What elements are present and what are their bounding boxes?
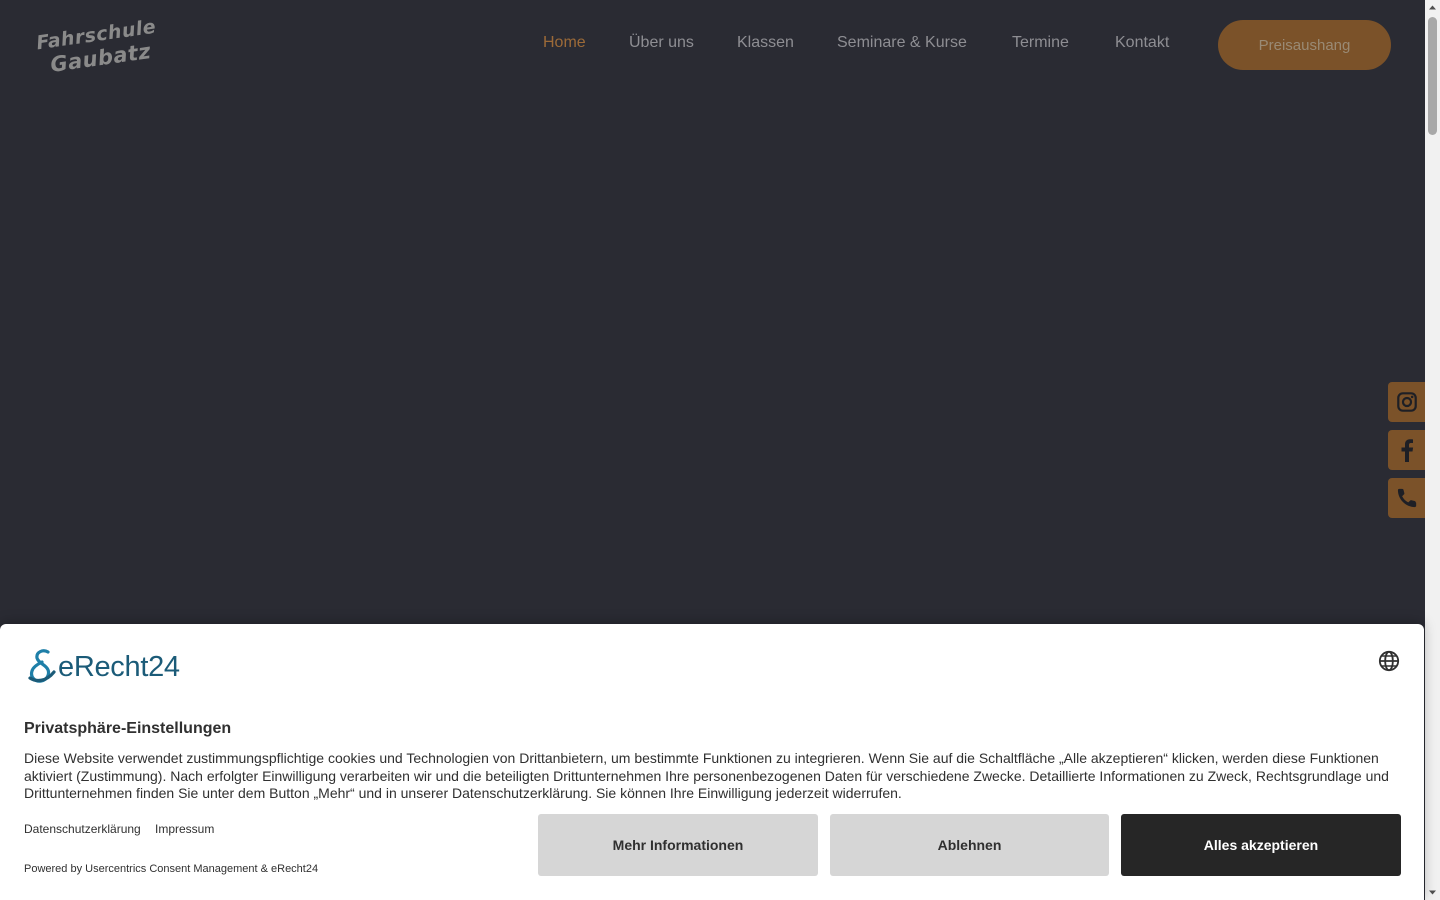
scroll-up-arrow-icon[interactable]: [1425, 0, 1440, 15]
instagram-icon: [1396, 392, 1417, 412]
scrollbar-thumb[interactable]: [1428, 17, 1437, 135]
page-scrollbar[interactable]: [1425, 0, 1440, 900]
decline-button[interactable]: Ablehnen: [830, 814, 1109, 876]
nav-item-termine[interactable]: Termine: [1012, 34, 1069, 52]
powered-by-text: Powered by Usercentrics Consent Manageme…: [24, 863, 319, 875]
accept-all-button[interactable]: Alles akzeptieren: [1121, 814, 1401, 876]
site-logo[interactable]: Fahrschule Gaubatz: [34, 16, 157, 77]
preisaushang-button[interactable]: Preisaushang: [1218, 20, 1391, 70]
brand-name: eRecht24: [58, 651, 180, 683]
language-globe-icon[interactable]: [1378, 650, 1400, 672]
erecht24-logo: eRecht24: [24, 648, 194, 688]
nav-item-seminare-kurse[interactable]: Seminare & Kurse: [837, 34, 967, 52]
facebook-icon: [1401, 439, 1413, 462]
erecht24-symbol-icon: [28, 649, 56, 683]
nav-item-klassen[interactable]: Klassen: [737, 34, 794, 52]
phone-icon: [1397, 488, 1416, 508]
consent-title: Privatsphäre-Einstellungen: [24, 720, 232, 737]
nav-item-ueber-uns[interactable]: Über uns: [629, 34, 694, 52]
instagram-button[interactable]: [1388, 382, 1425, 422]
scroll-down-arrow-icon[interactable]: [1425, 885, 1440, 900]
datenschutz-link[interactable]: Datenschutzerklärung: [24, 822, 141, 836]
facebook-button[interactable]: [1388, 430, 1425, 470]
more-info-button[interactable]: Mehr Informationen: [538, 814, 818, 876]
phone-button[interactable]: [1388, 478, 1425, 518]
consent-description: Diese Website verwendet zustimmungspflic…: [24, 750, 1389, 801]
impressum-link[interactable]: Impressum: [155, 822, 214, 836]
cookie-consent-banner: eRecht24 Privatsphäre-Einstellungen Dies…: [0, 624, 1424, 900]
nav-item-home[interactable]: Home: [543, 34, 586, 52]
nav-item-kontakt[interactable]: Kontakt: [1115, 34, 1169, 52]
